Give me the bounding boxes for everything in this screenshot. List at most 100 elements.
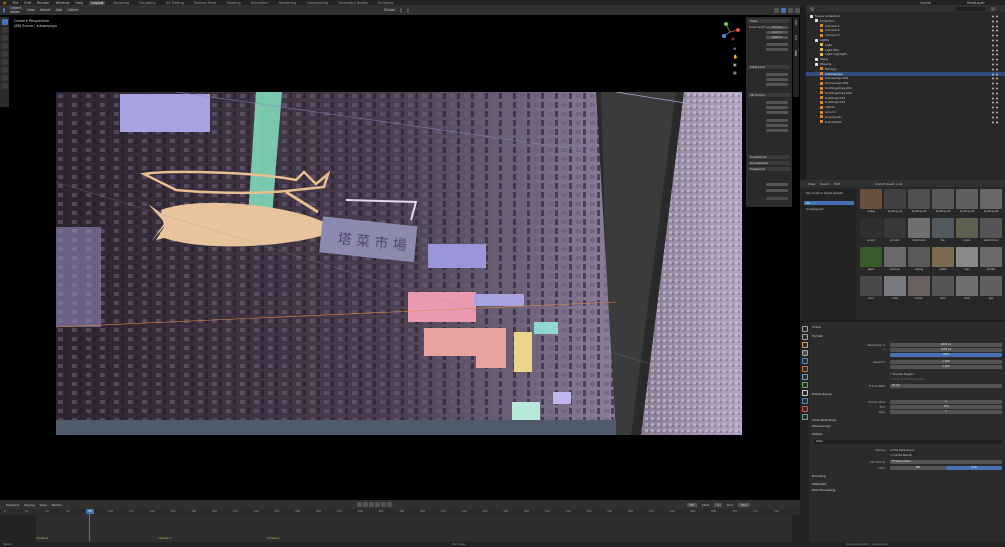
current-frame-field[interactable]: 86 [686,502,697,507]
tab-view[interactable]: View [794,50,797,56]
visibility-toggle-icon[interactable] [991,25,1001,28]
menu-help[interactable]: Help [75,1,83,5]
asset-tile[interactable]: pipes [956,218,978,244]
visibility-toggle-icon[interactable] [991,53,1001,56]
timeline-track-area[interactable] [36,515,792,542]
solid-shading-icon[interactable] [780,7,786,13]
asset-tile[interactable]: building.01 [884,189,906,215]
asset-menu-view[interactable]: View [808,182,815,186]
visibility-toggle-icon[interactable] [991,68,1001,71]
asset-tile[interactable]: plant [860,247,882,273]
asset-tile[interactable]: sign [956,247,978,273]
properties-tab-icon[interactable] [801,398,808,404]
wireframe-shading-icon[interactable] [773,7,779,13]
tab-scripting[interactable]: Scripting [376,1,396,5]
asset-catalog-unassigned[interactable]: Unassigned [804,207,854,211]
tab-tool[interactable]: Tool [794,35,797,40]
timeline-marker[interactable]: camera.2 [159,537,171,540]
visibility-toggle-icon[interactable] [991,101,1001,104]
asset-tile[interactable]: crates [860,189,882,215]
outliner-search-input[interactable] [956,6,986,11]
menu-file[interactable]: File [13,1,19,5]
annotate-tool-icon[interactable] [1,67,8,73]
field-frame-end[interactable]: 250 [890,405,1002,409]
toggle-color-rgb[interactable]: RGB [946,466,1002,470]
visibility-toggle-icon[interactable] [991,20,1001,23]
menu-object[interactable]: Object [67,8,78,12]
play-icon[interactable] [374,502,380,507]
np-cursor-rx[interactable] [766,119,788,122]
properties-tab-icon[interactable] [801,366,808,372]
checkbox-file-extensions[interactable]: ☑ File Extensions [890,448,914,452]
properties-tab-icon[interactable] [801,334,808,340]
menu-window[interactable]: Window [56,1,70,5]
asset-tile[interactable]: electricbox [980,218,1002,244]
rotate-tool-icon[interactable] [1,43,8,49]
end-frame-field[interactable]: 250 [737,502,750,507]
visibility-toggle-icon[interactable] [991,106,1001,109]
tab-compositing[interactable]: Compositing [304,1,330,5]
tab-sculpting[interactable]: Sculpting [137,1,157,5]
tab-animation[interactable]: Animation [249,1,271,5]
checkbox-crop[interactable]: ☐ Crop to Render Region [890,377,925,381]
pan-hand-icon[interactable]: ✋ [733,54,738,59]
asset-tile[interactable]: gas [980,276,1002,302]
object-mode-dropdown[interactable]: Object Mode [10,6,21,14]
section-stereoscopy[interactable]: Stereoscopy [812,424,1002,429]
ortho-grid-icon[interactable]: ▦ [733,70,738,75]
np-lock-camera[interactable] [766,83,788,86]
playhead[interactable] [89,509,90,543]
field-aspect-y[interactable]: 1.000 [890,365,1002,369]
asset-tile[interactable]: building.05 [980,189,1002,215]
asset-tile[interactable]: tank [956,276,978,302]
asset-menu-select[interactable]: Select [820,182,829,186]
field-aspect-x[interactable]: 1.000 [890,360,1002,364]
asset-tile[interactable]: ladder [980,247,1002,273]
menu-view[interactable]: View [26,8,34,12]
proportional-edit-icon[interactable] [406,7,409,13]
menu-add[interactable]: Add [56,8,63,12]
tab-shading[interactable]: Shading [224,1,242,5]
cursor-tool-icon[interactable] [1,27,8,33]
visibility-toggle-icon[interactable] [991,82,1001,85]
section-time-stretching[interactable]: Time Stretching [812,418,1002,423]
tab-layout[interactable]: Layout [89,0,106,5]
snap-icon[interactable] [399,7,402,13]
visibility-toggle-icon[interactable] [991,111,1001,114]
section-encoding[interactable]: Encoding [812,474,1002,479]
visibility-toggle-icon[interactable] [991,73,1001,76]
asset-tile[interactable]: fan [932,218,954,244]
properties-tab-icon[interactable] [801,382,808,388]
menu-render[interactable]: Render [37,1,49,5]
view-layer-selector[interactable]: ViewLayer [967,1,1005,5]
section-post-processing[interactable]: Post Processing [812,488,1002,493]
asset-tile[interactable]: grinder [884,218,906,244]
visibility-toggle-icon[interactable] [991,49,1001,52]
properties-tab-icon[interactable] [801,390,808,396]
visibility-toggle-icon[interactable] [991,63,1001,66]
playhead-frame-label[interactable]: 86 [86,509,94,514]
tl-menu-view[interactable]: View [39,503,46,507]
editor-type-icon[interactable] [3,7,6,13]
visibility-toggle-icon[interactable] [991,44,1001,47]
np-cursor-y[interactable] [766,106,788,109]
scale-tool-icon[interactable] [1,51,8,57]
visibility-toggle-icon[interactable] [991,92,1001,95]
asset-tile[interactable]: boxes [908,276,930,302]
asset-tile[interactable]: doorframe [908,218,930,244]
tab-item[interactable]: Item [794,20,797,26]
section-metadata[interactable]: Metadata [812,482,1002,487]
checkbox-render-region[interactable]: ☐ Render Region [890,372,914,376]
section-frame-range[interactable]: Frame Range [812,392,1002,397]
asset-tile[interactable]: cube [884,276,906,302]
visibility-toggle-icon[interactable] [991,121,1001,124]
tl-menu-marker[interactable]: Marker [52,503,62,507]
asset-tile[interactable]: wire [932,276,954,302]
field-frame-rate[interactable]: 24 fps [890,384,1002,388]
select-box-tool-icon[interactable] [1,19,8,25]
tab-uv-editing[interactable]: UV Editing [164,1,186,5]
np-cursor-z[interactable] [766,111,788,114]
field-frame-start[interactable]: 1 [890,400,1002,404]
visibility-toggle-icon[interactable] [991,39,1001,42]
properties-tab-icon[interactable] [801,342,808,348]
